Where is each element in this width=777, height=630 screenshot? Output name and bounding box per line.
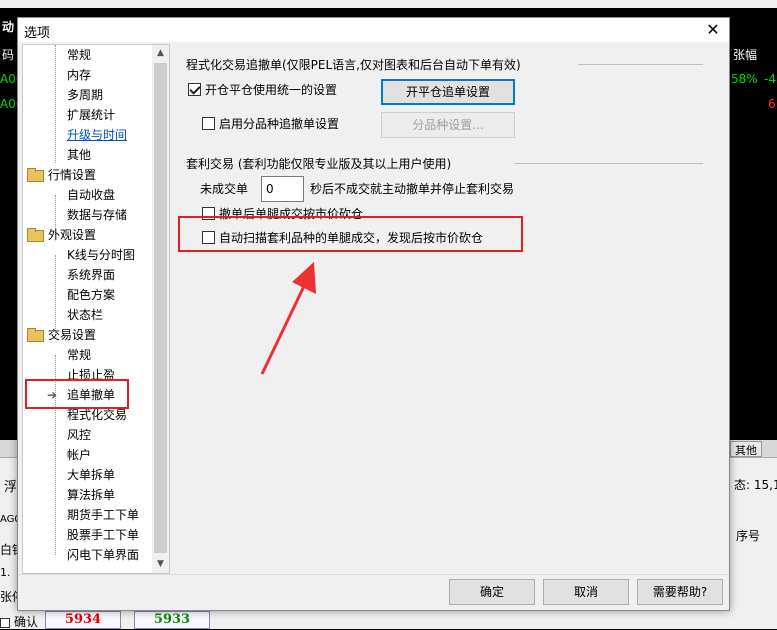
per-variety-settings-button[interactable]: 分品种设置... <box>381 112 515 138</box>
confirm-label: 确认 <box>14 615 39 629</box>
tree-line <box>55 45 56 163</box>
buy-price-button[interactable]: 5933 <box>134 611 210 629</box>
tree-folder-label: 外观设置 <box>48 228 97 242</box>
open-close-chase-button[interactable]: 开平仓追单设置 <box>381 79 515 105</box>
help-button[interactable]: 需要帮助? <box>637 579 723 605</box>
quote-board-right-lower <box>730 120 777 440</box>
folder-icon <box>27 228 44 242</box>
unified-checkbox-label: 开仓平仓使用统一的设置 <box>205 83 338 97</box>
per-variety-checkbox[interactable]: 启用分品种追撤单设置 <box>202 115 339 133</box>
tree-item-system-ui[interactable]: 系统界面 <box>67 265 115 285</box>
confirm-checkbox[interactable]: 确认 <box>0 613 38 630</box>
bg-column-header: 序号 <box>736 529 761 543</box>
tree-folder-label: 交易设置 <box>48 328 97 342</box>
ok-button[interactable]: 确定 <box>449 579 535 605</box>
bg-value-change3: 6 <box>768 97 776 111</box>
scroll-up-icon[interactable]: ▲ <box>152 45 169 62</box>
folder-icon <box>27 328 44 342</box>
highlight-box-option <box>178 216 523 252</box>
scroll-down-icon[interactable]: ▼ <box>152 556 169 573</box>
tree-folder-trading[interactable]: 交易设置 <box>27 325 96 345</box>
dialog-title: 选项 <box>24 26 51 41</box>
tree-item-futures-manual[interactable]: 期货手工下单 <box>67 505 139 525</box>
tree-folder-label: 行情设置 <box>48 168 97 182</box>
bg-value-change: 58% <box>731 72 758 86</box>
highlight-box-tree <box>25 379 129 409</box>
options-tree: 常规 内存 多周期 扩展统计 升级与时间 其他 行情设置 自动收盘 数据与存储 … <box>22 44 170 574</box>
confirm-checkbox-box[interactable] <box>0 618 10 628</box>
tree-item-upgrade-time[interactable]: 升级与时间 <box>67 125 127 145</box>
bg-status-text: 态: 15,169 <box>734 478 777 492</box>
tree-item-memory[interactable]: 内存 <box>67 65 91 85</box>
cancel-button[interactable]: 取消 <box>543 579 629 605</box>
app-menubar <box>0 0 777 8</box>
annotation-arrow-icon <box>260 262 316 375</box>
section-divider <box>514 163 703 164</box>
tree-item-account[interactable]: 帐户 <box>67 445 91 465</box>
tree-folder-appearance[interactable]: 外观设置 <box>27 225 96 245</box>
unfilled-suffix: 秒后不成交就主动撤单并停止套利交易 <box>310 182 515 196</box>
tree-item-flash-order[interactable]: 闪电下单界面 <box>67 545 139 565</box>
per-variety-checkbox-box[interactable] <box>202 117 215 130</box>
unfilled-label: 未成交单 <box>200 182 249 196</box>
tree-item-status-bar[interactable]: 状态栏 <box>67 305 103 325</box>
tree-scrollbar[interactable]: ▲ ▼ <box>152 45 169 573</box>
tree-item-ext-stats[interactable]: 扩展统计 <box>67 105 115 125</box>
bg-label-dong: 动 <box>2 20 15 34</box>
section-title-program: 程式化交易追撤单(仅限PEL语言,仅对图表和后台自动下单有效) <box>186 58 521 72</box>
tree-item-general[interactable]: 常规 <box>67 45 91 65</box>
tree-item-auto-close[interactable]: 自动收盘 <box>67 185 115 205</box>
dialog-footer: 确定 取消 需要帮助? <box>18 574 729 610</box>
tab-other[interactable]: 其他 <box>730 441 762 457</box>
section-title-arbitrage: 套利交易 (套利功能仅限专业版及其以上用户使用) <box>186 157 452 171</box>
section-divider <box>578 64 703 65</box>
unfilled-seconds-input[interactable]: 0 <box>261 176 304 202</box>
unified-setting-checkbox[interactable]: 开仓平仓使用统一的设置 <box>188 81 337 99</box>
tree-item-algo-split[interactable]: 算法拆单 <box>67 485 115 505</box>
bg-row-label-2: 1. <box>0 566 11 579</box>
bg-label-code: 码 <box>2 48 15 62</box>
tree-item-data-storage[interactable]: 数据与存储 <box>67 205 127 225</box>
tree-item-stock-manual[interactable]: 股票手工下单 <box>67 525 139 545</box>
tree-item-kline[interactable]: K线与分时图 <box>67 245 135 265</box>
tree-item-big-order-split[interactable]: 大单拆单 <box>67 465 115 485</box>
scroll-thumb[interactable] <box>154 63 167 553</box>
sell-price-button[interactable]: 5934 <box>45 611 121 629</box>
tree-folder-quote-settings[interactable]: 行情设置 <box>27 165 96 185</box>
tree-item-risk-control[interactable]: 风控 <box>67 425 91 445</box>
options-dialog: 选项 ✕ 常规 内存 多周期 扩展统计 升级与时间 其他 行情设置 自动收盘 数… <box>17 17 730 611</box>
tree-line <box>55 255 56 335</box>
settings-panel: 程式化交易追撤单(仅限PEL语言,仅对图表和后台自动下单有效) 开仓平仓使用统一… <box>174 44 725 574</box>
tree-item-trading-general[interactable]: 常规 <box>67 345 91 365</box>
bg-float-label: 浮 <box>4 480 18 495</box>
dialog-titlebar[interactable]: 选项 ✕ <box>18 18 729 42</box>
tree-item-color-scheme[interactable]: 配色方案 <box>67 285 115 305</box>
tree-item-other[interactable]: 其他 <box>67 145 91 165</box>
bg-value-change2: -4 <box>764 72 776 86</box>
per-variety-checkbox-label: 启用分品种追撤单设置 <box>219 117 340 131</box>
unified-checkbox-box[interactable] <box>188 83 201 96</box>
tree-item-multi-period[interactable]: 多周期 <box>67 85 103 105</box>
bg-label-change: 张幅 <box>733 48 758 62</box>
close-icon[interactable]: ✕ <box>703 20 723 40</box>
folder-icon <box>27 168 44 182</box>
